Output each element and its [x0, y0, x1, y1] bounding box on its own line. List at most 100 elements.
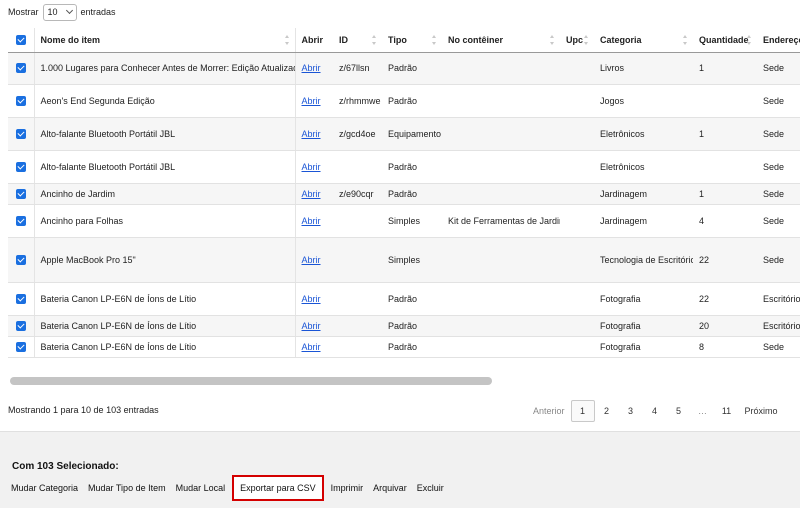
row-checkbox-cell[interactable]	[8, 150, 34, 184]
horizontal-scrollbar-thumb[interactable]	[10, 377, 492, 385]
table-row[interactable]: Apple MacBook Pro 15" Abrir Simples Tecnolo…	[8, 237, 800, 283]
col-header-upc[interactable]: Upc	[560, 28, 594, 53]
row-checkbox-cell[interactable]	[8, 237, 34, 283]
row-checkbox[interactable]	[15, 161, 26, 172]
sort-icon	[683, 35, 688, 45]
open-item-link[interactable]: Abrir	[302, 162, 321, 172]
print-button[interactable]: Imprimir	[326, 477, 369, 499]
row-checkbox[interactable]	[15, 95, 26, 106]
table-row[interactable]: Bateria Canon LP-E6N de Íons de Lítio Abr…	[8, 315, 800, 337]
entries-per-page-value: 10	[47, 7, 58, 17]
col-header-id[interactable]: ID	[333, 28, 382, 53]
open-item-link[interactable]: Abrir	[302, 129, 321, 139]
col-header-address-label: Endereço	[763, 34, 800, 45]
cell-quantity: 1	[693, 117, 757, 151]
cell-container	[442, 84, 560, 118]
pagination-page-4[interactable]: 4	[643, 400, 667, 422]
cell-name: Apple MacBook Pro 15"	[33, 237, 295, 283]
cell-open: Abrir	[294, 117, 333, 151]
change-item-type-button[interactable]: Mudar Tipo de Item	[83, 477, 171, 499]
col-header-container-label: No contêiner	[448, 34, 504, 45]
col-header-container[interactable]: No contêiner	[442, 28, 560, 53]
row-checkbox-cell[interactable]	[8, 117, 34, 151]
cell-upc	[560, 150, 594, 184]
pagination-next[interactable]: Próximo	[739, 400, 784, 422]
cell-open: Abrir	[294, 52, 333, 85]
change-category-button[interactable]: Mudar Categoria	[6, 477, 83, 499]
table-row[interactable]: 1.000 Lugares para Conhecer Antes de Mor…	[8, 52, 800, 85]
cell-upc	[560, 183, 594, 205]
open-item-link[interactable]: Abrir	[302, 63, 321, 73]
col-header-category[interactable]: Categoria	[594, 28, 693, 53]
horizontal-scrollbar[interactable]	[8, 376, 800, 386]
col-header-quantity[interactable]: Quantidade	[693, 28, 757, 53]
cell-name: Bateria Canon LP-E6N de Íons de Lítio	[33, 282, 295, 316]
cell-quantity	[693, 84, 757, 118]
row-checkbox-cell[interactable]	[8, 204, 34, 238]
open-item-link[interactable]: Abrir	[302, 342, 321, 352]
cell-id: z/gcd4oe	[333, 117, 382, 151]
row-checkbox[interactable]	[15, 254, 26, 265]
table-row[interactable]: Bateria Canon LP-E6N de Íons de Lítio Abr…	[8, 336, 800, 358]
pagination-previous[interactable]: Anterior	[527, 400, 571, 422]
items-table-container: Nome do item Abrir ID Tipo No contêiner …	[8, 28, 800, 374]
row-checkbox[interactable]	[15, 320, 26, 331]
cell-address: Escritório	[757, 315, 800, 337]
row-checkbox[interactable]	[15, 215, 26, 226]
change-location-button[interactable]: Mudar Local	[171, 477, 231, 499]
row-checkbox[interactable]	[15, 63, 26, 74]
open-item-link[interactable]: Abrir	[302, 189, 321, 199]
row-checkbox[interactable]	[15, 293, 26, 304]
bulk-actions-bar: Mudar Categoria Mudar Tipo de Item Mudar…	[6, 475, 449, 501]
cell-container: Kit de Ferramentas de Jardim	[442, 204, 560, 238]
cell-category: Eletrônicos	[594, 117, 693, 151]
row-checkbox[interactable]	[15, 188, 26, 199]
table-row[interactable]: Alto-falante Bluetooth Portátil JBL Abrir…	[8, 117, 800, 151]
row-checkbox-cell[interactable]	[8, 282, 34, 316]
cell-name: Alto-falante Bluetooth Portátil JBL	[33, 117, 295, 151]
archive-button[interactable]: Arquivar	[368, 477, 412, 499]
row-checkbox[interactable]	[15, 128, 26, 139]
col-header-open[interactable]: Abrir	[294, 28, 333, 53]
pagination-page-5[interactable]: 5	[667, 400, 691, 422]
table-row[interactable]: Aeon's End Segunda Edição Abrir z/rhmmwe Pa…	[8, 84, 800, 118]
open-item-link[interactable]: Abrir	[302, 255, 321, 265]
pagination-page-11[interactable]: 11	[715, 400, 739, 422]
pagination-page-1[interactable]: 1	[570, 400, 595, 422]
row-checkbox[interactable]	[15, 341, 26, 352]
entries-per-page-select[interactable]: 10	[42, 3, 77, 21]
pagination-page-3[interactable]: 3	[619, 400, 643, 422]
select-all-header[interactable]	[8, 28, 34, 53]
row-checkbox-cell[interactable]	[8, 84, 34, 118]
cell-address: Sede	[757, 237, 800, 283]
cell-type: Padrão	[382, 84, 442, 118]
open-item-link[interactable]: Abrir	[302, 96, 321, 106]
export-csv-button[interactable]: Exportar para CSV	[232, 475, 324, 501]
table-row[interactable]: Alto-falante Bluetooth Portátil JBL Abrir…	[8, 150, 800, 184]
cell-quantity: 1	[693, 183, 757, 205]
col-header-type[interactable]: Tipo	[382, 28, 442, 53]
table-row[interactable]: Bateria Canon LP-E6N de Íons de Lítio Abr…	[8, 282, 800, 316]
col-header-open-label: Abrir	[301, 34, 324, 45]
col-header-category-label: Categoria	[600, 34, 642, 45]
cell-container	[442, 315, 560, 337]
row-checkbox-cell[interactable]	[8, 315, 34, 337]
col-header-address[interactable]: Endereço	[757, 28, 800, 53]
cell-category: Tecnologia de Escritório	[594, 237, 693, 283]
items-table: Nome do item Abrir ID Tipo No contêiner …	[8, 28, 800, 358]
open-item-link[interactable]: Abrir	[302, 294, 321, 304]
open-item-link[interactable]: Abrir	[302, 321, 321, 331]
open-item-link[interactable]: Abrir	[302, 216, 321, 226]
delete-button[interactable]: Excluir	[412, 477, 449, 499]
row-checkbox-cell[interactable]	[8, 183, 34, 205]
select-all-checkbox[interactable]	[15, 35, 26, 46]
row-checkbox-cell[interactable]	[8, 52, 34, 85]
cell-id	[333, 204, 382, 238]
col-header-id-label: ID	[339, 34, 348, 45]
table-row[interactable]: Ancinho para Folhas Abrir Simples Kit de Fe…	[8, 204, 800, 238]
pagination-page-2[interactable]: 2	[595, 400, 619, 422]
cell-upc	[560, 315, 594, 337]
table-row[interactable]: Ancinho de Jardim Abrir z/e90cqr Padrão Jard…	[8, 183, 800, 205]
col-header-name[interactable]: Nome do item	[33, 28, 295, 53]
row-checkbox-cell[interactable]	[8, 336, 34, 358]
